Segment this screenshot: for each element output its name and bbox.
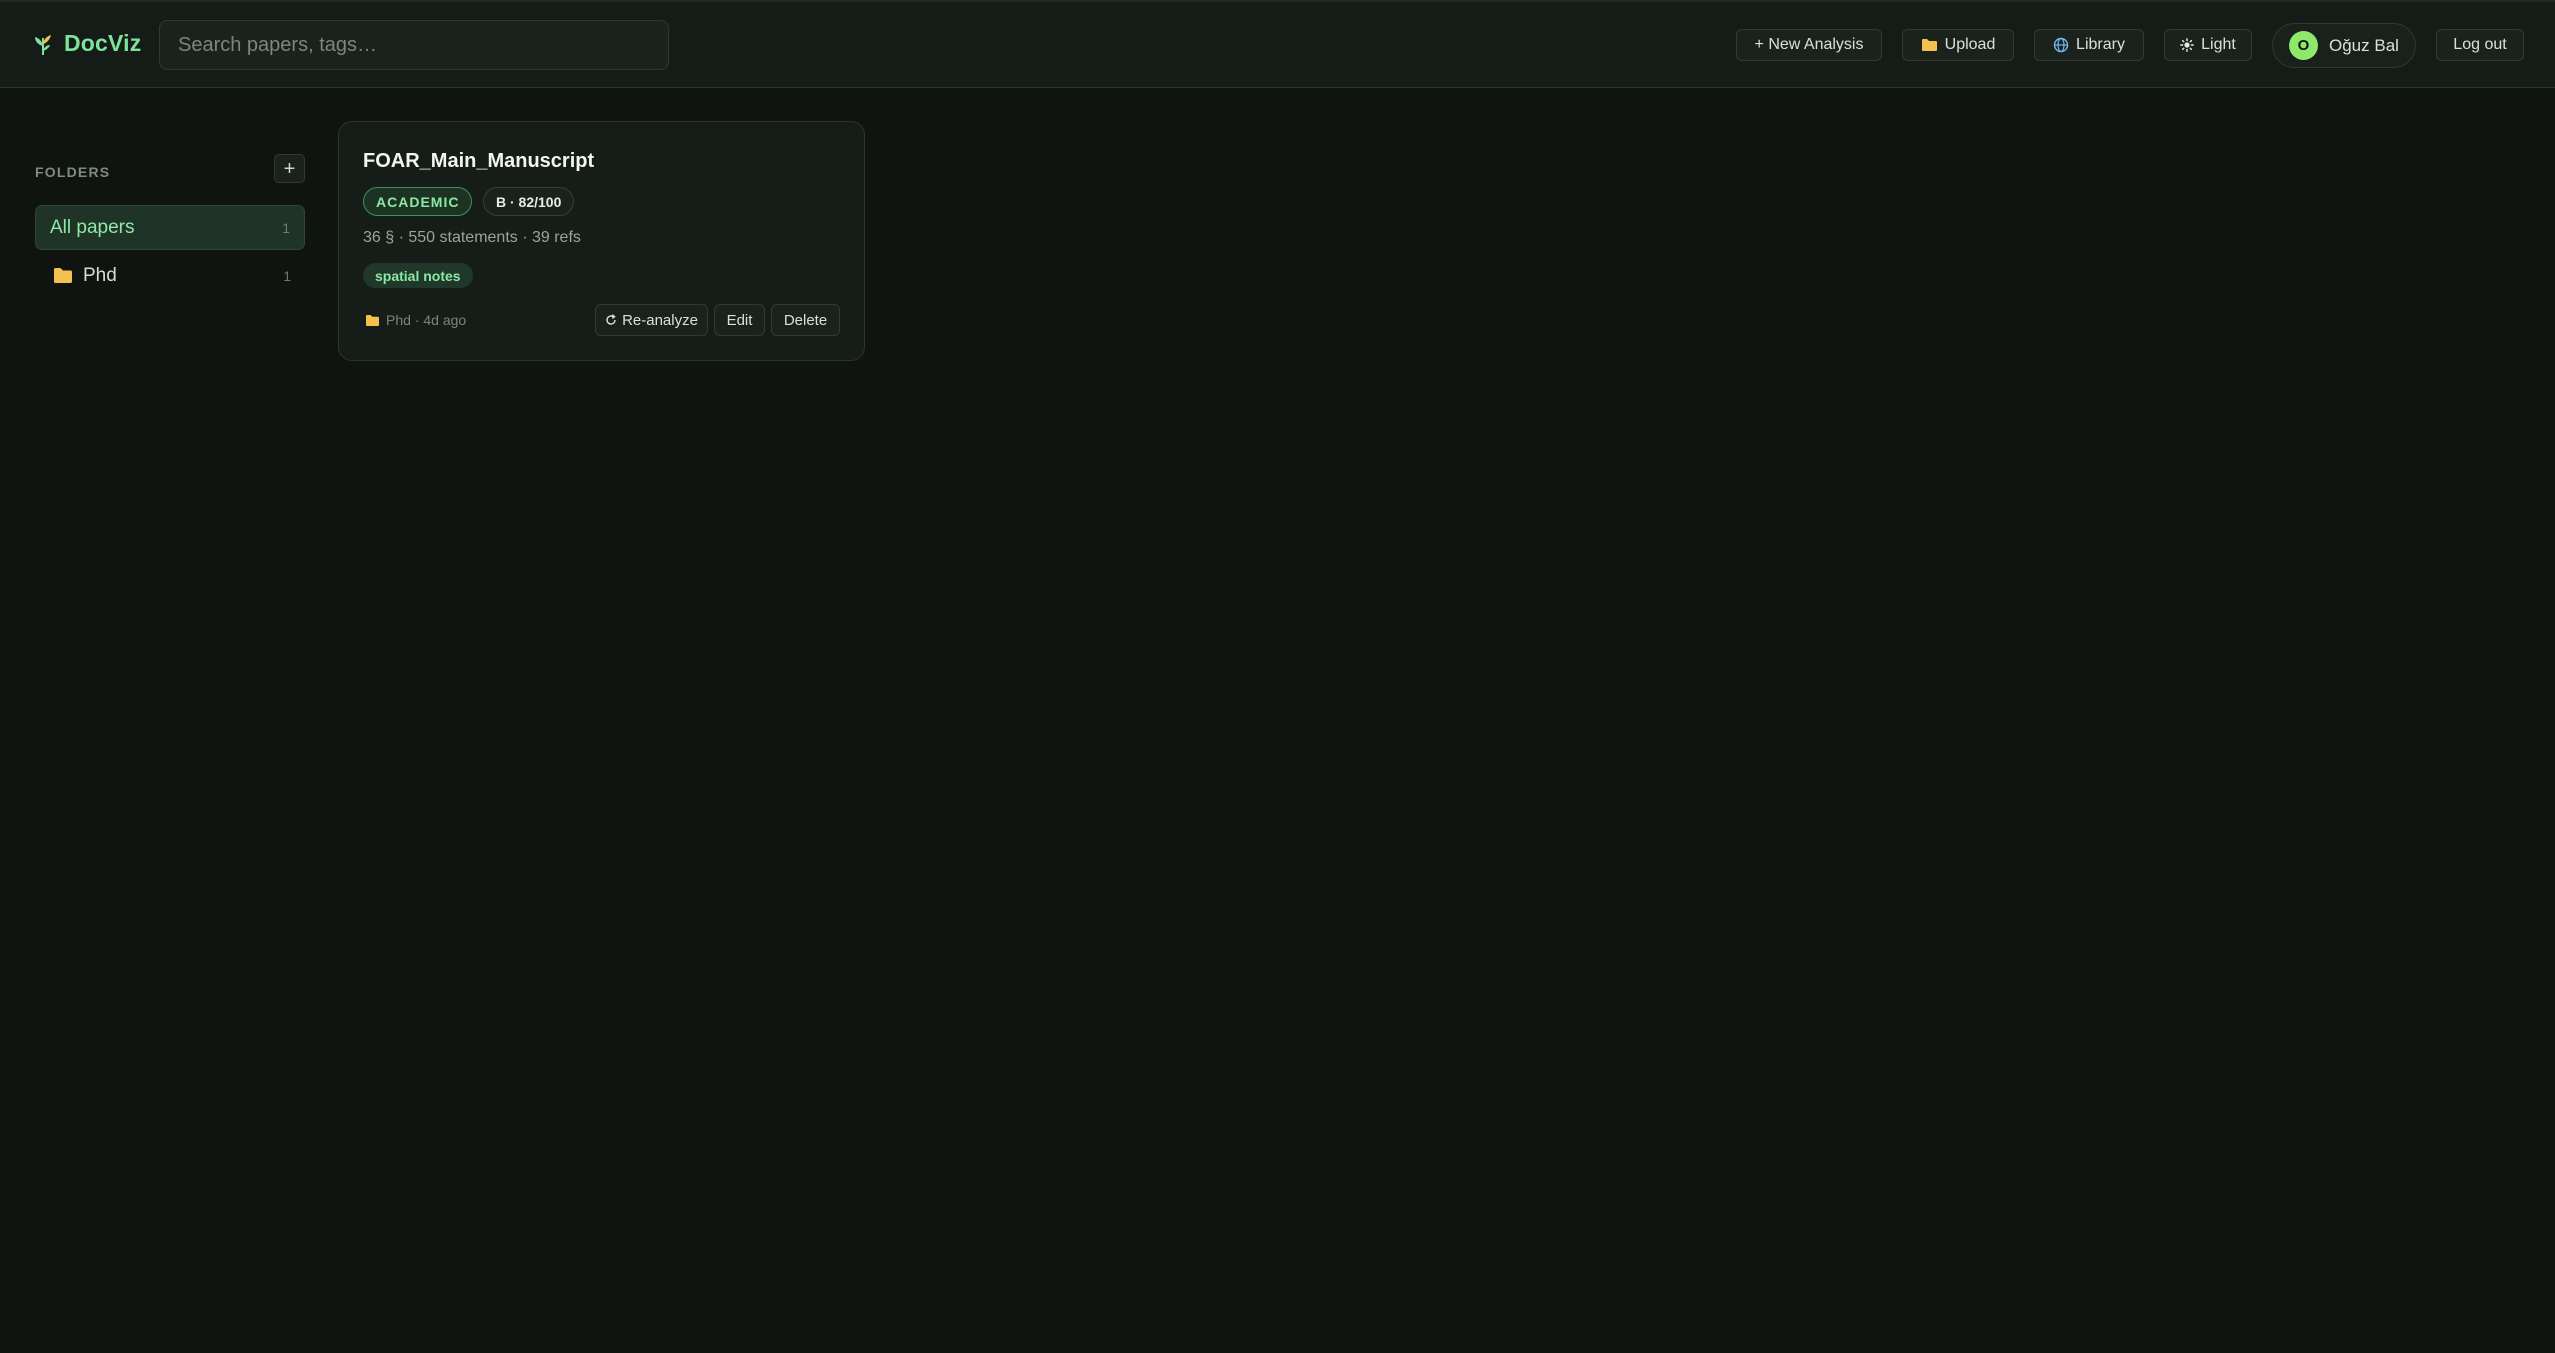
theme-toggle-button[interactable]: Light	[2164, 29, 2252, 61]
delete-button[interactable]: Delete	[771, 304, 840, 336]
search-input[interactable]	[159, 20, 669, 70]
globe-icon	[2053, 37, 2069, 53]
paper-meta: Phd · 4d ago	[365, 312, 466, 328]
user-name: Oğuz Bal	[2329, 35, 2399, 55]
logout-label: Log out	[2453, 36, 2507, 53]
user-menu[interactable]: O Oğuz Bal	[2272, 23, 2416, 68]
paper-card[interactable]: FOAR_Main_Manuscript ACADEMIC B · 82/100…	[338, 121, 865, 361]
sidebar-item-label: All papers	[50, 216, 135, 238]
app-name: DocViz	[64, 30, 142, 56]
sidebar-item-count: 1	[282, 219, 290, 236]
top-bar: DocViz + New Analysis Upload Library	[0, 0, 2555, 88]
folders-heading: FOLDERS	[35, 164, 111, 180]
sun-icon	[2180, 38, 2195, 52]
add-folder-button[interactable]: +	[274, 154, 305, 183]
library-button[interactable]: Library	[2034, 29, 2144, 61]
paper-tag[interactable]: spatial notes	[363, 263, 473, 288]
reanalyze-label: Re-analyze	[622, 311, 698, 329]
theme-label: Light	[2201, 36, 2236, 53]
refresh-icon	[606, 314, 616, 325]
sidebar-item-all-papers[interactable]: All papers 1	[35, 205, 305, 250]
paper-stats: 36 § · 550 statements · 39 refs	[363, 229, 581, 246]
edit-button[interactable]: Edit	[714, 304, 765, 336]
logout-button[interactable]: Log out	[2436, 29, 2524, 61]
folder-icon	[54, 268, 72, 283]
paper-title[interactable]: FOAR_Main_Manuscript	[363, 150, 594, 173]
new-analysis-label: + New Analysis	[1754, 36, 1864, 53]
folder-icon	[1921, 39, 1937, 51]
avatar: O	[2289, 31, 2318, 60]
sidebar-item-count: 1	[283, 267, 291, 284]
paper-type-badge: ACADEMIC	[363, 187, 473, 216]
leaf-icon	[35, 34, 51, 55]
folder-icon	[366, 314, 379, 326]
upload-button[interactable]: Upload	[1902, 29, 2014, 61]
library-label: Library	[2076, 36, 2125, 53]
upload-label: Upload	[1944, 36, 1996, 53]
sidebar-item-label: Phd	[83, 264, 117, 286]
app-logo[interactable]: DocViz	[32, 30, 141, 57]
paper-meta-text: Phd · 4d ago	[386, 312, 467, 328]
sidebar-item-phd[interactable]: Phd 1	[35, 253, 305, 298]
new-analysis-button[interactable]: + New Analysis	[1736, 29, 1882, 61]
paper-grade-badge: B · 82/100	[483, 187, 575, 216]
reanalyze-button[interactable]: Re-analyze	[595, 304, 708, 336]
